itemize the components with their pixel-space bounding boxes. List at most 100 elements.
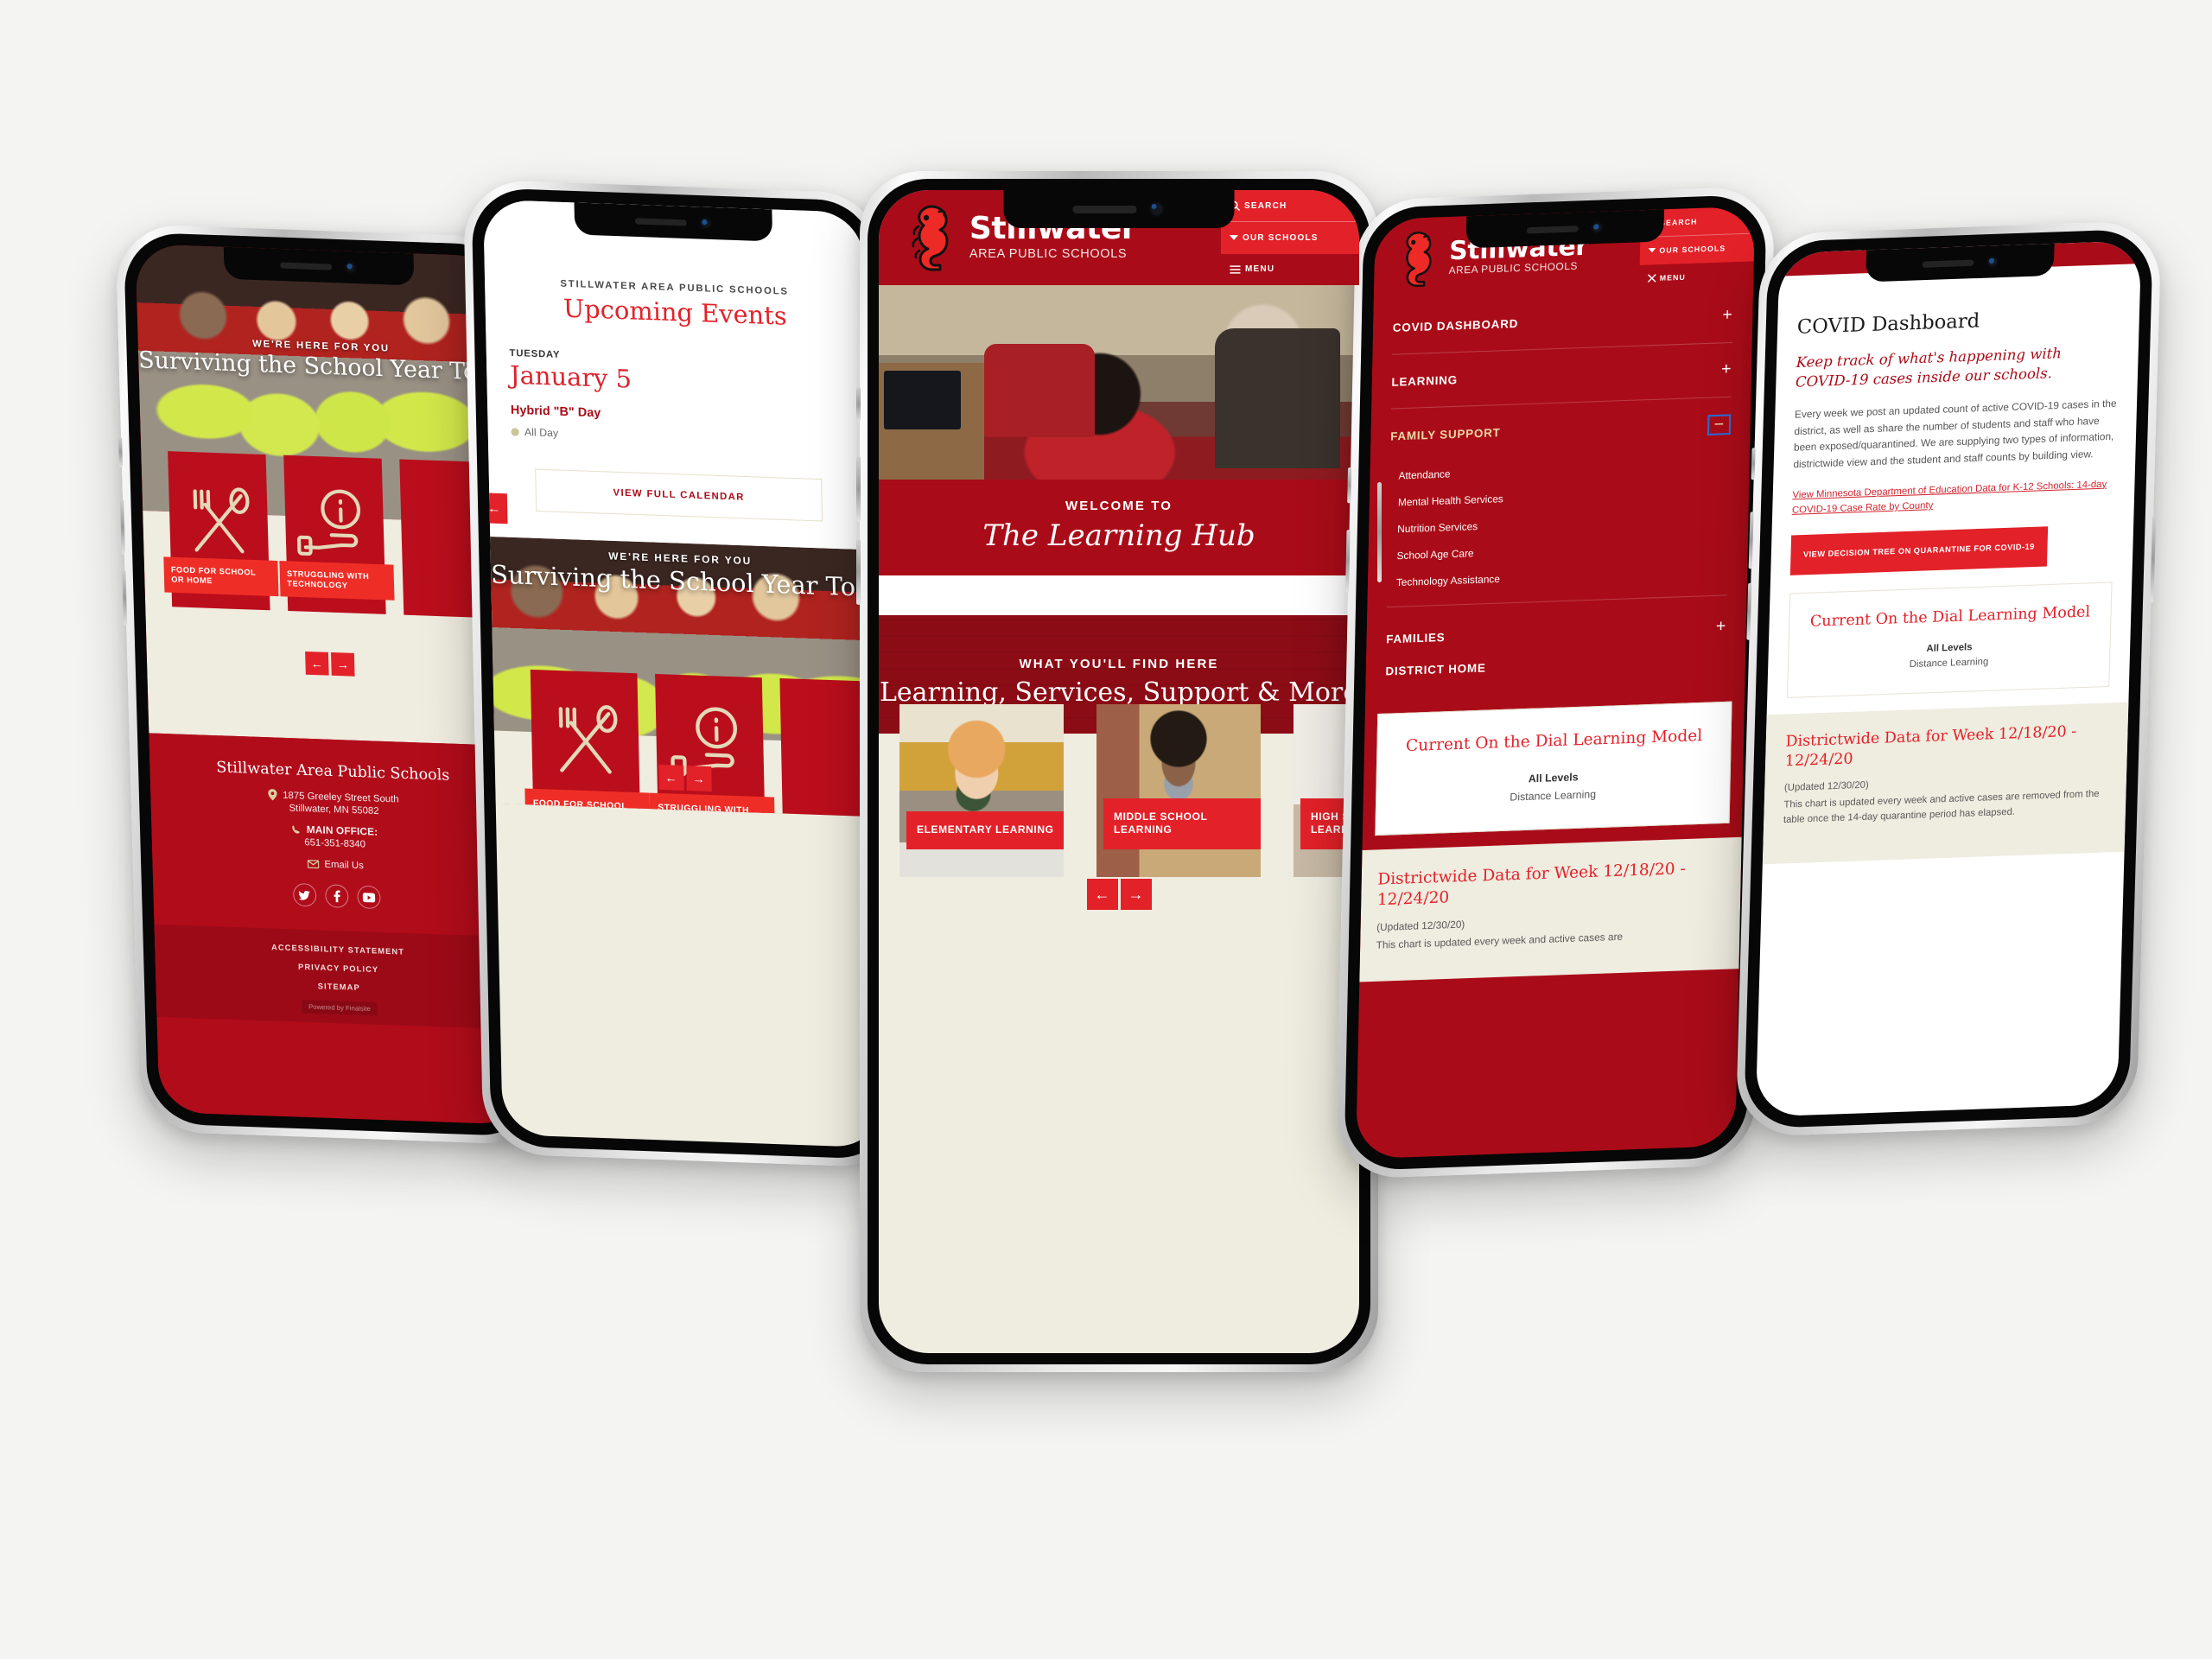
p3-divider [879, 575, 1359, 615]
p2-hero-section: WE'RE HERE FOR YOU Surviving the School … [490, 536, 875, 817]
footer-email[interactable]: Email Us [152, 853, 518, 876]
view-full-calendar-button[interactable]: VIEW FULL CALENDAR [535, 468, 823, 522]
chevron-down-icon [1648, 248, 1656, 253]
p5-content: COVID Dashboard Keep track of what's hap… [1762, 264, 2141, 865]
collapse-icon[interactable]: − [1707, 414, 1732, 435]
front-camera [698, 216, 712, 230]
p3-find-title: Learning, Services, Support & More [879, 677, 1359, 708]
brand-tagline: AREA PUBLIC SCHOOLS [969, 246, 1128, 261]
our-schools-label: OUR SCHOOLS [1243, 232, 1319, 243]
phone-mockup-3: Stillwater AREA PUBLIC SCHOOLS SEARCH OU… [856, 171, 1382, 1372]
p3-welcome-title: The Learning Hub [982, 518, 1255, 553]
phone-notch-2 [574, 202, 772, 242]
p2-event-time: All Day [511, 425, 844, 449]
p5-page-title: COVID Dashboard [1796, 309, 1980, 340]
p1-tile-food[interactable]: FOOD FOR SCHOOL OR HOME [163, 451, 279, 611]
menu-label: MENU [1245, 264, 1275, 275]
search-label: SEARCH [1244, 200, 1287, 211]
twitter-icon[interactable] [292, 882, 316, 907]
envelope-icon [307, 860, 320, 869]
powered-by-badge[interactable]: Powered by Finalsite [156, 995, 523, 1020]
p1-carousel-next[interactable]: → [331, 652, 355, 677]
p4-dial-card: Current On the Dial Learning Model All L… [1375, 701, 1732, 836]
p5-body-text: Every week we post an updated count of a… [1793, 398, 2117, 471]
nav-label: COVID DASHBOARD [1392, 315, 1519, 334]
menu-button[interactable]: MENU [1221, 253, 1359, 285]
p5-dial-card: Current On the Dial Learning Model All L… [1786, 582, 2113, 699]
p5-data-title: Districtwide Data for Week 12/18/20 - 12… [1784, 722, 2077, 771]
link-privacy-policy[interactable]: PRIVACY POLICY [156, 957, 522, 979]
card-middle-school-learning[interactable]: MIDDLE SCHOOL LEARNING [1096, 704, 1261, 877]
link-sitemap[interactable]: SITEMAP [156, 976, 522, 998]
earpiece-speaker [1073, 205, 1137, 213]
footer-social-links [153, 878, 520, 914]
link-accessibility-statement[interactable]: ACCESSIBILITY STATEMENT [155, 938, 521, 960]
our-schools-button[interactable]: OUR SCHOOLS [1221, 221, 1359, 254]
earpiece-speaker [634, 217, 687, 226]
p2-event-time-label: All Day [524, 425, 559, 440]
search-button[interactable]: SEARCH [1221, 190, 1359, 222]
p1-tile-food-label: FOOD FOR SCHOOL OR HOME [163, 556, 279, 597]
card-elementary-learning[interactable]: ELEMENTARY LEARNING [899, 704, 1064, 877]
footer-email-label: Email Us [324, 859, 365, 872]
p2-events-heading: Upcoming Events [563, 293, 787, 331]
chevron-down-icon [1230, 234, 1238, 240]
header-actions: SEARCH OUR SCHOOLS MENU [1221, 190, 1359, 285]
mockup-stage: WE'RE HERE FOR YOU Surviving the School … [0, 0, 2212, 1659]
expand-icon[interactable]: + [1716, 617, 1727, 637]
p1-tile-tech[interactable]: STRUGGLING WITH TECHNOLOGY [279, 454, 395, 614]
p5-mde-data-link[interactable]: View Minnesota Department of Education D… [1792, 477, 2115, 519]
seahorse-logo [1406, 231, 1432, 287]
p4-data-section: Districtwide Data for Week 12/18/20 - 12… [1359, 836, 1742, 982]
p2-carousel-prev[interactable]: ← [658, 765, 684, 791]
p5-dial-title: Current On the Dial Learning Model [1809, 602, 2091, 631]
p2-events-panel: STILLWATER AREA PUBLIC SCHOOLS Upcoming … [483, 199, 870, 550]
middle-school-student-photo [1096, 704, 1261, 877]
p3-hero-image [879, 285, 1359, 480]
front-camera [1590, 221, 1604, 234]
view-decision-tree-button[interactable]: VIEW DECISION TREE ON QUARANTINE FOR COV… [1789, 526, 2048, 575]
p2-tile-food[interactable]: FOOD FOR SCHOOL OR HOME [524, 669, 651, 817]
p1-tile-tech-label: STRUGGLING WITH TECHNOLOGY [279, 560, 395, 601]
p5-data-section: Districtwide Data for Week 12/18/20 - 12… [1762, 702, 2129, 865]
p2-tile-food-label: FOOD FOR SCHOOL OR HOME [524, 788, 651, 817]
front-camera [1149, 201, 1165, 217]
footer-phone-label: MAIN OFFICE: [306, 824, 378, 838]
p4-data-title: Districtwide Data for Week 12/18/20 - 12… [1376, 859, 1686, 910]
phone-notch-5 [1866, 243, 2055, 283]
p2-event-item[interactable]: TUESDAY January 5 Hybrid "B" Day All Day [509, 348, 844, 449]
nav-label: LEARNING [1391, 372, 1459, 389]
phone-mockup-4: Stillwater AREA PUBLIC SCHOOLS SEARCH OU… [1335, 186, 1776, 1179]
p3-carousel-next[interactable]: → [1120, 879, 1152, 910]
front-camera [1986, 255, 1999, 269]
p4-dial-title: Current On the Dial Learning Model [1405, 726, 1703, 756]
menu-close-button[interactable]: MENU [1639, 261, 1754, 292]
our-schools-button[interactable]: OUR SCHOOLS [1639, 232, 1755, 265]
p2-tile-tech[interactable]: STRUGGLING WITH TECHNOLOGY [649, 673, 776, 817]
card-elementary-label: ELEMENTARY LEARNING [906, 811, 1064, 849]
p3-welcome-kicker: WELCOME TO [1065, 499, 1173, 513]
p3-welcome-band: WELCOME TO The Learning Hub [879, 480, 1359, 575]
earpiece-speaker [1526, 225, 1579, 233]
p2-event-title: Hybrid "B" Day [510, 402, 601, 420]
phone-mockup-2: STILLWATER AREA PUBLIC SCHOOLS Upcoming … [462, 179, 903, 1168]
phone-icon [292, 825, 300, 834]
p2-tile-tech-label: STRUGGLING WITH TECHNOLOGY [649, 792, 776, 817]
p1-carousel-prev[interactable]: ← [305, 651, 329, 676]
mobile-nav-menu: COVID DASHBOARD + LEARNING + FAMILY SUPP… [1365, 288, 1754, 698]
p3-learning-cards: ELEMENTARY LEARNING MIDDLE SCHOOL LEARNI… [879, 704, 1359, 932]
elementary-student-photo [899, 704, 1064, 877]
p1-promo-tiles: FOOD FOR SCHOOL OR HOME STRUGGLING WITH … [143, 451, 516, 747]
p2-events-prev-button[interactable]: ← [483, 493, 508, 524]
p5-data-note: This chart is updated every week and act… [1783, 788, 2100, 826]
nav-label: DISTRICT HOME [1385, 661, 1486, 678]
footer-org-name: Stillwater Area Public Schools [216, 758, 450, 785]
p3-carousel-prev[interactable]: ← [1086, 879, 1118, 910]
earpiece-speaker [280, 261, 333, 270]
expand-icon[interactable]: + [1721, 360, 1732, 380]
seahorse-logo [912, 205, 949, 271]
p2-carousel-next[interactable]: → [685, 766, 712, 791]
youtube-icon[interactable] [356, 885, 381, 910]
expand-icon[interactable]: + [1722, 306, 1733, 326]
facebook-icon[interactable] [324, 884, 349, 908]
